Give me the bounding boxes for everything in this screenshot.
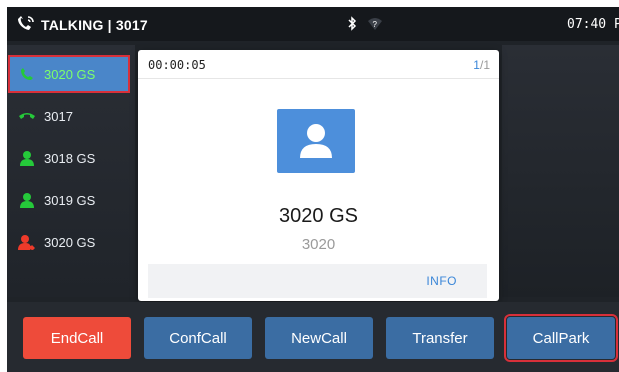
call-item-label: 3017 bbox=[44, 108, 73, 124]
svg-text:?: ? bbox=[373, 20, 378, 29]
contact-icon bbox=[18, 150, 36, 166]
new-call-button[interactable]: NewCall bbox=[265, 317, 373, 359]
conf-call-button[interactable]: ConfCall bbox=[144, 317, 252, 359]
page-current: 1 bbox=[473, 58, 480, 72]
call-list: 3020 GS 3017 3018 GS 3019 GS 3020 GS bbox=[7, 45, 135, 297]
bluetooth-icon bbox=[347, 16, 357, 34]
phone-screen: TALKING | 3017 ? 07:40 PM bbox=[7, 7, 619, 372]
softkey-bar: EndCall ConfCall NewCall Transfer CallPa… bbox=[7, 302, 619, 372]
contact-busy-icon bbox=[18, 234, 36, 250]
end-call-button[interactable]: EndCall bbox=[23, 317, 131, 359]
contact-number: 3020 bbox=[301, 236, 336, 253]
call-item-label: 3020 GS bbox=[44, 234, 96, 250]
person-icon bbox=[300, 124, 332, 158]
right-panel bbox=[502, 45, 619, 297]
call-item-label: 3020 GS bbox=[44, 66, 96, 82]
contact-icon bbox=[18, 192, 36, 208]
contact-avatar bbox=[277, 109, 355, 173]
page-indicator: 1/1 bbox=[473, 58, 490, 72]
status-bar: TALKING | 3017 ? 07:40 PM bbox=[7, 7, 619, 41]
status-icons: ? bbox=[347, 16, 383, 34]
call-item-3018[interactable]: 3018 GS bbox=[10, 141, 128, 175]
call-item-3019[interactable]: 3019 GS bbox=[10, 183, 128, 217]
dialog-header: 00:00:05 1/1 bbox=[138, 50, 499, 79]
info-bar: INFO bbox=[148, 264, 487, 298]
wifi-unknown-icon: ? bbox=[367, 17, 383, 34]
call-item-3017[interactable]: 3017 bbox=[10, 99, 128, 133]
transfer-button[interactable]: Transfer bbox=[386, 317, 494, 359]
call-item-3020-busy[interactable]: 3020 GS bbox=[10, 225, 128, 259]
call-status: TALKING | 3017 bbox=[17, 15, 148, 34]
call-detail-dialog: 00:00:05 1/1 3020 GS 3020 INFO bbox=[138, 50, 499, 301]
call-park-button[interactable]: CallPark bbox=[504, 314, 618, 362]
call-item-label: 3019 GS bbox=[44, 192, 96, 208]
handset-hold-icon bbox=[18, 108, 36, 124]
info-button[interactable]: INFO bbox=[426, 274, 457, 288]
clock: 07:40 PM bbox=[567, 17, 619, 32]
page-total: /1 bbox=[479, 58, 490, 72]
phone-active-icon bbox=[18, 66, 36, 82]
call-item-3020-active[interactable]: 3020 GS bbox=[8, 55, 130, 93]
status-title: TALKING | 3017 bbox=[41, 16, 148, 33]
call-item-label: 3018 GS bbox=[44, 150, 96, 166]
contact-name: 3020 GS bbox=[279, 205, 358, 227]
call-timer: 00:00:05 bbox=[148, 58, 206, 72]
phone-ringing-icon bbox=[17, 15, 35, 34]
